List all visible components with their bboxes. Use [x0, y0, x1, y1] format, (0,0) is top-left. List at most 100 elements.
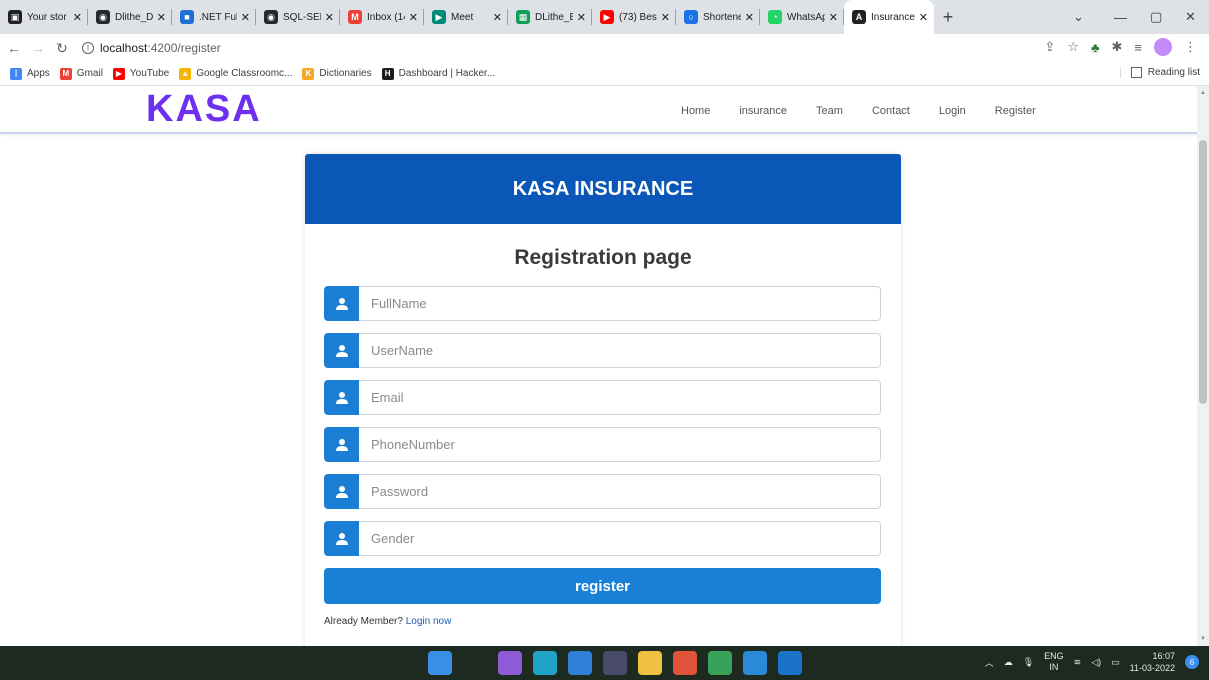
- tab-close-icon[interactable]: ✕: [409, 11, 418, 24]
- browser-tab[interactable]: ▶ Meet ✕: [424, 0, 508, 34]
- register-button[interactable]: register: [324, 568, 881, 604]
- reading-list-button[interactable]: Reading list: [1119, 67, 1200, 78]
- tab-close-icon[interactable]: ✕: [241, 11, 250, 24]
- browser-tab[interactable]: ▦ DLithe_B ✕: [508, 0, 592, 34]
- bookmarks-bar: ⋮ Apps M Gmail ▶ YouTube ▲ Google Classroomc...…: [0, 62, 1209, 86]
- tab-close-icon[interactable]: ✕: [745, 11, 754, 24]
- store-icon[interactable]: [603, 651, 627, 675]
- scrollbar-thumb[interactable]: [1199, 140, 1207, 404]
- search-icon[interactable]: [463, 651, 487, 675]
- volume-icon[interactable]: ◁): [1091, 657, 1101, 668]
- tab-title: SQL-SERV: [283, 11, 321, 23]
- bookmark-item[interactable]: ⋮ Apps: [10, 67, 50, 80]
- tab-close-icon[interactable]: ✕: [829, 11, 838, 24]
- close-window-icon[interactable]: ✕: [1185, 0, 1196, 34]
- visual-studio-icon[interactable]: [498, 651, 522, 675]
- login-now-link[interactable]: Login now: [406, 616, 452, 627]
- wifi-icon[interactable]: ≋: [1074, 657, 1082, 668]
- new-tab-button[interactable]: +: [934, 7, 962, 28]
- browser-tab[interactable]: M Inbox (14 ✕: [340, 0, 424, 34]
- url-input[interactable]: i localhost:4200/register: [82, 36, 1032, 60]
- browser-tab[interactable]: A Insurance ✕: [844, 0, 934, 34]
- tab-close-icon[interactable]: ✕: [493, 11, 502, 24]
- scroll-down-icon[interactable]: ▼: [1200, 636, 1206, 642]
- tab-close-icon[interactable]: ✕: [73, 11, 82, 24]
- nav-home[interactable]: Home: [681, 105, 710, 117]
- site-info-icon[interactable]: i: [82, 42, 94, 54]
- scroll-up-icon[interactable]: ▲: [1200, 90, 1206, 96]
- email-input[interactable]: [359, 380, 881, 415]
- bookmark-item[interactable]: ▶ YouTube: [112, 67, 170, 80]
- teamviewer-icon[interactable]: [778, 651, 802, 675]
- tab-search-icon[interactable]: ⌄: [1073, 0, 1084, 34]
- nav-login[interactable]: Login: [939, 105, 966, 117]
- page-scrollbar[interactable]: ▲ ▼: [1197, 86, 1209, 646]
- tab-close-icon[interactable]: ✕: [919, 11, 928, 24]
- phone-input[interactable]: [359, 427, 881, 462]
- bookmark-star-icon[interactable]: ☆: [1067, 39, 1079, 55]
- files-icon[interactable]: [638, 651, 662, 675]
- forward-icon[interactable]: →: [28, 40, 48, 56]
- puzzle-icon[interactable]: ✱: [1112, 39, 1123, 55]
- browser-tab[interactable]: ■ .NET Full ✕: [172, 0, 256, 34]
- bookmark-label: YouTube: [129, 68, 170, 79]
- vscode-icon[interactable]: [743, 651, 767, 675]
- language-indicator[interactable]: ENG IN: [1044, 651, 1064, 673]
- nav-contact[interactable]: Contact: [872, 105, 910, 117]
- tab-close-icon[interactable]: ✕: [157, 11, 166, 24]
- tab-title: .NET Full: [199, 11, 237, 23]
- browser-tab[interactable]: ○ Shortene ✕: [676, 0, 760, 34]
- browser-tab[interactable]: ◉ SQL-SERV ✕: [256, 0, 340, 34]
- browser-tab[interactable]: ▣ Your stor ✕: [0, 0, 88, 34]
- menu-icon[interactable]: ⋮: [1184, 39, 1197, 55]
- bookmark-item[interactable]: H Dashboard | Hacker...: [381, 67, 495, 80]
- registration-card: KASA INSURANCE Registration page registe…: [305, 154, 901, 646]
- tab-title: WhatsAp: [787, 11, 825, 23]
- reading-list-icon: [1130, 67, 1142, 78]
- nav-insurance[interactable]: insurance: [739, 105, 787, 117]
- share-icon[interactable]: ⇪: [1044, 39, 1055, 55]
- battery-icon[interactable]: ▭: [1111, 657, 1120, 668]
- username-field: [324, 333, 881, 368]
- weather-icon[interactable]: ☁: [1004, 657, 1013, 668]
- maximize-icon[interactable]: ▢: [1150, 0, 1162, 34]
- media-icon[interactable]: ≡: [1134, 40, 1142, 55]
- clock[interactable]: 16:07 11-03-2022: [1130, 650, 1175, 674]
- password-field: [324, 474, 881, 509]
- browser-tab[interactable]: ▶ (73) Best ✕: [592, 0, 676, 34]
- tab-close-icon[interactable]: ✕: [325, 11, 334, 24]
- edge-icon[interactable]: [533, 651, 557, 675]
- notification-badge[interactable]: 6: [1185, 655, 1199, 669]
- profile-avatar[interactable]: [1154, 38, 1172, 56]
- mail-icon[interactable]: [568, 651, 592, 675]
- bookmark-item[interactable]: K Dictionaries: [302, 67, 372, 80]
- nav-register[interactable]: Register: [995, 105, 1036, 117]
- browser-tab[interactable]: ◔ WhatsAp ✕: [760, 0, 844, 34]
- tab-favicon-icon: ▶: [600, 10, 614, 24]
- page-viewport: KASA Home insurance Team Contact Login R…: [0, 86, 1197, 646]
- card-header: KASA INSURANCE: [305, 154, 901, 224]
- chevron-up-icon[interactable]: ︿: [985, 656, 994, 669]
- minimize-icon[interactable]: —: [1114, 0, 1127, 34]
- bookmark-icon: ▲: [179, 67, 192, 80]
- tab-close-icon[interactable]: ✕: [577, 11, 586, 24]
- browser-tab[interactable]: ◉ Dlithe_Do ✕: [88, 0, 172, 34]
- chrome-icon[interactable]: [673, 651, 697, 675]
- bookmark-item[interactable]: M Gmail: [59, 67, 103, 80]
- username-input[interactable]: [359, 333, 881, 368]
- start-icon[interactable]: [428, 651, 452, 675]
- fullname-input[interactable]: [359, 286, 881, 321]
- tab-close-icon[interactable]: ✕: [661, 11, 670, 24]
- bookmark-item[interactable]: ▲ Google Classroomc...: [179, 67, 292, 80]
- brand-logo[interactable]: KASA: [146, 88, 262, 131]
- mic-icon[interactable]: 🎙: [1023, 657, 1034, 668]
- tab-title: Dlithe_Do: [115, 11, 153, 23]
- nav-team[interactable]: Team: [816, 105, 843, 117]
- gender-input[interactable]: [359, 521, 881, 556]
- back-icon[interactable]: ←: [4, 40, 24, 56]
- password-input[interactable]: [359, 474, 881, 509]
- app-icon[interactable]: [708, 651, 732, 675]
- already-member-label: Already Member?: [324, 616, 403, 627]
- reload-icon[interactable]: ↻: [52, 40, 72, 57]
- extension-icon[interactable]: ♣: [1091, 40, 1100, 55]
